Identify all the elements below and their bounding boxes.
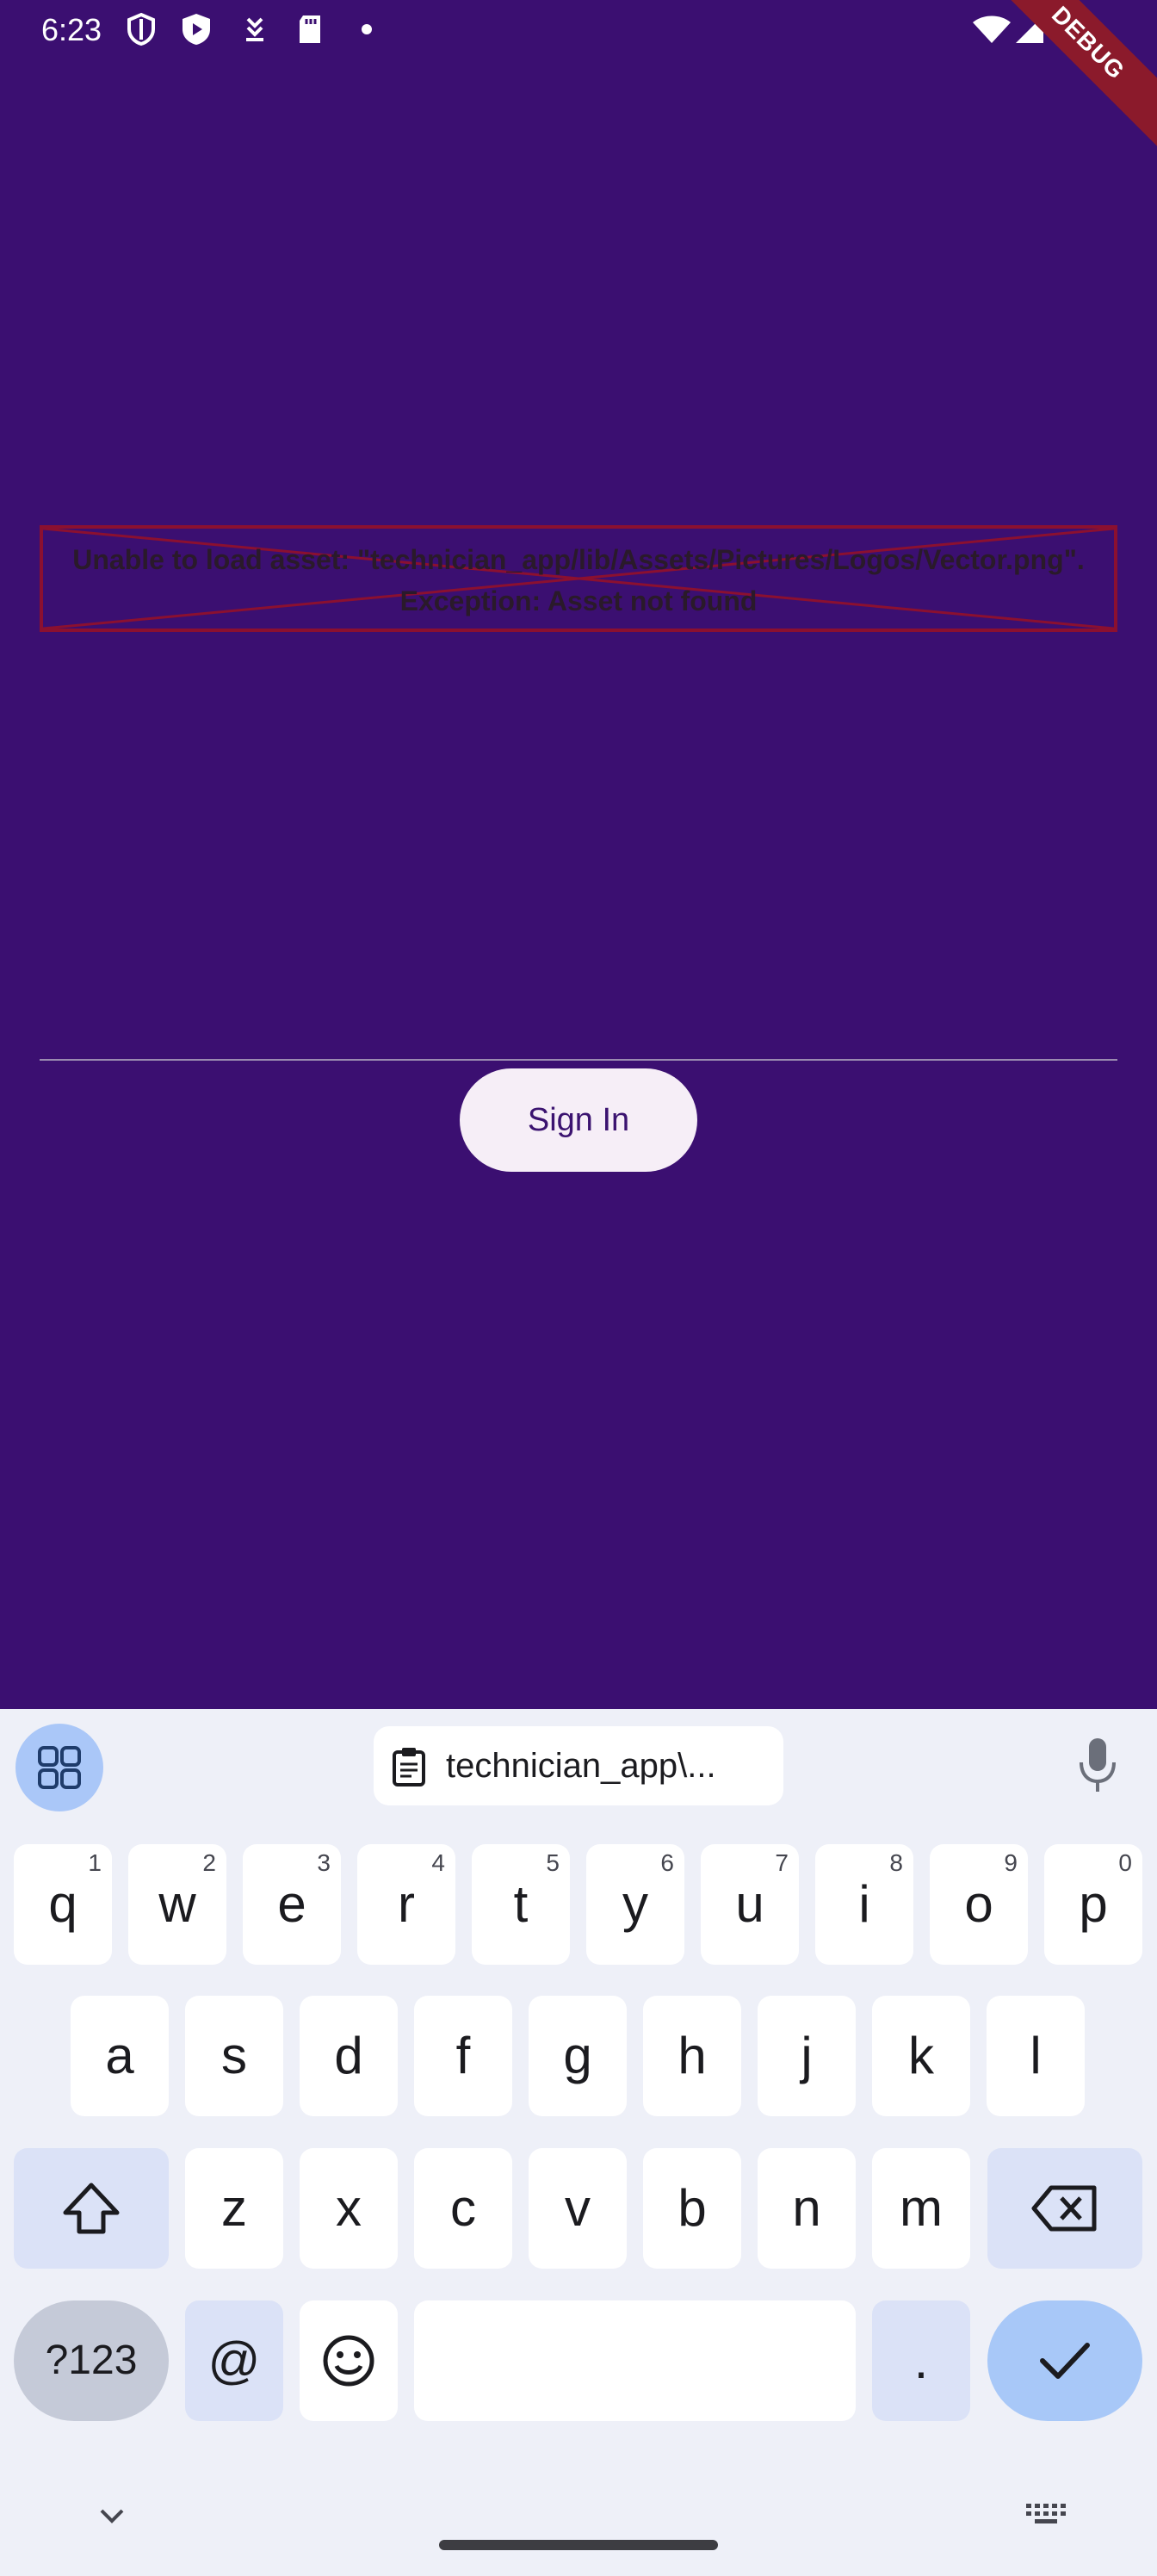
key-label: w: [158, 1875, 196, 1933]
key-hint: 4: [431, 1849, 445, 1876]
key-p[interactable]: p0: [1044, 1844, 1142, 1965]
grid-icon: [38, 1746, 81, 1789]
shift-icon: [63, 2183, 120, 2234]
key-j[interactable]: j: [758, 1996, 856, 2116]
clipboard-text: technician_app\...: [446, 1747, 716, 1785]
emoji-icon: [323, 2335, 374, 2387]
key-i[interactable]: i8: [815, 1844, 913, 1965]
keyboard-switch-icon[interactable]: [1024, 2502, 1067, 2530]
key-label: p: [1079, 1875, 1108, 1933]
at-key[interactable]: @: [185, 2300, 283, 2421]
microphone-icon[interactable]: [1076, 1735, 1119, 1795]
key-w[interactable]: w2: [128, 1844, 226, 1965]
key-label: e: [277, 1875, 306, 1933]
key-label: y: [622, 1875, 648, 1933]
error-message: Unable to load asset: "technician_app/li…: [72, 544, 1085, 575]
key-b[interactable]: b: [643, 2148, 741, 2269]
key-hint: 8: [889, 1849, 903, 1876]
status-time: 6:23: [41, 12, 102, 47]
key-u[interactable]: u7: [701, 1844, 799, 1965]
key-hint: 2: [202, 1849, 216, 1876]
key-hint: 0: [1118, 1849, 1132, 1876]
key-c[interactable]: c: [414, 2148, 512, 2269]
error-text: Unable to load asset: "technician_app/li…: [43, 529, 1114, 622]
key-label: q: [48, 1875, 77, 1933]
key-g[interactable]: g: [529, 1996, 627, 2116]
home-gesture-bar[interactable]: [439, 2540, 718, 2550]
key-z[interactable]: z: [185, 2148, 283, 2269]
key-y[interactable]: y6: [586, 1844, 684, 1965]
clipboard-icon: [393, 1748, 425, 1786]
key-m[interactable]: m: [872, 2148, 970, 2269]
clipboard-suggestion[interactable]: technician_app\...: [374, 1726, 783, 1805]
key-v[interactable]: v: [529, 2148, 627, 2269]
key-x[interactable]: x: [300, 2148, 398, 2269]
status-bar: 6:23 DEBUG: [0, 0, 1157, 152]
key-hint: 5: [546, 1849, 560, 1876]
key-label: r: [398, 1875, 415, 1933]
checkmark-icon: [1040, 2343, 1090, 2379]
key-l[interactable]: l: [987, 1996, 1085, 2116]
wifi-icon: [973, 15, 1011, 43]
key-h[interactable]: h: [643, 1996, 741, 2116]
key-q[interactable]: q1: [14, 1844, 112, 1965]
text-input-field[interactable]: [40, 1004, 1117, 1061]
symbols-key[interactable]: ?123: [14, 2300, 169, 2421]
key-o[interactable]: o9: [930, 1844, 1028, 1965]
dot-icon: [362, 24, 372, 34]
key-n[interactable]: n: [758, 2148, 856, 2269]
key-s[interactable]: s: [185, 1996, 283, 2116]
key-label: u: [735, 1875, 764, 1933]
on-screen-keyboard: technician_app\...: [0, 1709, 1157, 2576]
key-k[interactable]: k: [872, 1996, 970, 2116]
key-hint: 9: [1004, 1849, 1018, 1876]
backspace-key[interactable]: [987, 2148, 1142, 2269]
keyboard-bottom-bar: [0, 2471, 1157, 2576]
key-e[interactable]: e3: [243, 1844, 341, 1965]
key-hint: 1: [88, 1849, 102, 1876]
download-icon: [246, 17, 263, 41]
emoji-key[interactable]: [300, 2300, 398, 2421]
key-f[interactable]: f: [414, 1996, 512, 2116]
done-key[interactable]: [987, 2300, 1142, 2421]
key-hint: 3: [317, 1849, 331, 1876]
key-t[interactable]: t5: [472, 1844, 570, 1965]
keyboard-toolbar: technician_app\...: [0, 1709, 1157, 1821]
key-r[interactable]: r4: [357, 1844, 455, 1965]
keyboard-menu-button[interactable]: [15, 1724, 103, 1811]
shift-key[interactable]: [14, 2148, 169, 2269]
asset-error-placeholder: Unable to load asset: "technician_app/li…: [40, 525, 1117, 632]
sign-in-button[interactable]: Sign In: [460, 1068, 697, 1172]
play-protect-icon: [183, 14, 210, 45]
key-label: i: [858, 1875, 870, 1933]
shield-icon: [127, 12, 155, 46]
key-d[interactable]: d: [300, 1996, 398, 2116]
period-key[interactable]: .: [872, 2300, 970, 2421]
key-hint: 6: [660, 1849, 674, 1876]
sd-card-icon: [300, 15, 320, 43]
login-screen: Unable to load asset: "technician_app/li…: [0, 60, 1157, 1709]
key-hint: 7: [775, 1849, 789, 1876]
error-exception: Exception: Asset not found: [399, 585, 758, 616]
key-label: o: [964, 1875, 993, 1933]
backspace-icon: [1031, 2185, 1097, 2232]
chevron-down-icon[interactable]: [96, 2505, 127, 2526]
key-a[interactable]: a: [71, 1996, 169, 2116]
key-label: t: [513, 1875, 529, 1933]
space-key[interactable]: [414, 2300, 856, 2421]
